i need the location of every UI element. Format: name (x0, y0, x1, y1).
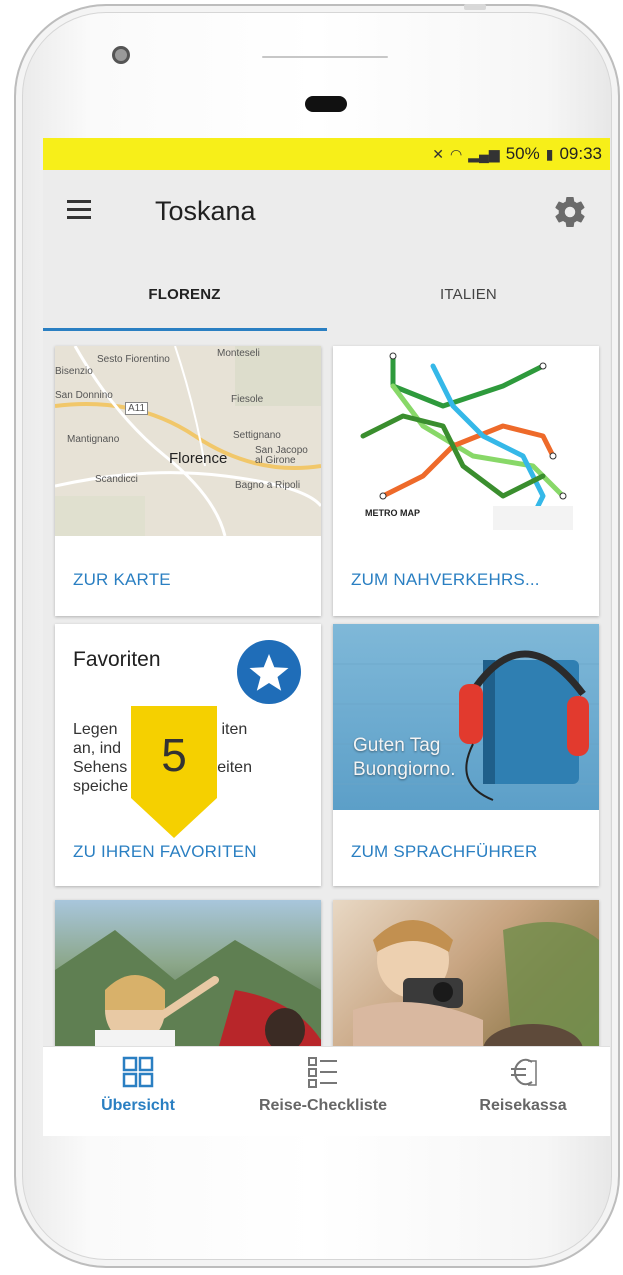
transit-link[interactable]: ZUM NAHVERKEHRS... (351, 570, 540, 590)
map-label: Bisenzio (55, 366, 93, 377)
nav-checklist[interactable]: Reise-Checkliste (243, 1055, 403, 1135)
greeting-german: Guten Tag (353, 735, 441, 756)
phrasebook-image-text: Guten Tag Buongiorno. (353, 734, 455, 782)
tab-italien[interactable]: ITALIEN (327, 256, 610, 332)
book-headphones (333, 650, 599, 801)
phone-screen: ✕ ◠ ▂▄▆ 50% ▮ 09:33 Toskana FLORENZ ITAL… (43, 138, 610, 1136)
photo-scene (353, 920, 599, 1060)
photo-scene (55, 930, 321, 1060)
child-camera-photo (333, 900, 599, 1060)
map-label: Mantignano (67, 434, 120, 445)
photo-card-left[interactable] (55, 900, 321, 1060)
star-icon (237, 640, 301, 704)
status-bar: ✕ ◠ ▂▄▆ 50% ▮ 09:33 (43, 138, 610, 170)
nav-label-overview: Übersicht (101, 1097, 175, 1114)
tab-bar: FLORENZ ITALIEN (43, 256, 610, 332)
map-label: Settignano (233, 430, 281, 441)
map-link[interactable]: ZUR KARTE (73, 570, 171, 590)
transit-card[interactable]: METRO MAP ZUM NAHVERKEHRS... (333, 346, 599, 616)
battery-percent: 50% (505, 144, 540, 163)
photo-card-right[interactable] (333, 900, 599, 1060)
map-label: Scandicci (95, 474, 138, 485)
greeting-italian: Buongiorno. (353, 759, 456, 780)
sensor-line (262, 56, 388, 58)
family-photo (55, 900, 321, 1060)
map-label: Sesto Fiorentino (97, 354, 170, 365)
map-card[interactable]: Sesto Fiorentino Bisenzio Monteseli San … (55, 346, 321, 616)
metro-caption: METRO MAP (365, 508, 420, 518)
map-label: San Jacopo al Girone (255, 445, 308, 466)
metro-map-thumbnail: METRO MAP (333, 346, 599, 536)
nav-budget[interactable]: Reisekassa (463, 1055, 583, 1135)
front-camera (112, 46, 130, 64)
tab-florenz[interactable]: FLORENZ (43, 256, 326, 332)
clock: 09:33 (559, 144, 602, 163)
grid-icon (122, 1056, 154, 1088)
nav-overview[interactable]: Übersicht (83, 1055, 193, 1135)
active-tab-indicator (43, 328, 327, 331)
map-label: A11 (125, 402, 149, 415)
earpiece-speaker (305, 96, 347, 112)
map-thumbnail: Sesto Fiorentino Bisenzio Monteseli San … (55, 346, 321, 536)
app-bar: Toskana (43, 170, 610, 256)
euro-icon (511, 1058, 537, 1086)
status-icons: ✕ ◠ ▂▄▆ 50% ▮ 09:33 (432, 144, 602, 164)
map-label: San Donnino (55, 390, 113, 401)
gear-icon[interactable] (552, 194, 588, 230)
checklist-icon (308, 1057, 337, 1088)
bottom-navigation: Übersicht Reise-Checkliste Reisekassa (43, 1046, 610, 1136)
map-label-florence: Florence (169, 450, 228, 467)
favorites-link[interactable]: ZU IHREN FAVORITEN (73, 842, 257, 862)
hamburger-menu-icon[interactable] (67, 200, 91, 220)
phrasebook-link[interactable]: ZUM SPRACHFÜHRER (351, 842, 537, 862)
favorites-title: Favoriten (73, 648, 161, 671)
map-label: Bagno a Ripoli (235, 480, 301, 491)
map-label: Fiesole (231, 394, 264, 405)
page-title: Toskana (155, 196, 256, 226)
map-label: Monteseli (217, 348, 260, 359)
signal-icon: ▂▄▆ (468, 145, 500, 162)
phrasebook-image: Guten Tag Buongiorno. (333, 624, 599, 810)
battery-icon: ▮ (545, 145, 554, 162)
callout-marker: 5 (131, 706, 217, 838)
nav-label-checklist: Reise-Checkliste (258, 1097, 388, 1114)
phrasebook-card[interactable]: Guten Tag Buongiorno. ZUM SPRACHFÜHRER (333, 624, 599, 886)
nav-label-budget: Reisekassa (479, 1097, 567, 1114)
phone-button (464, 4, 486, 10)
callout-number: 5 (161, 729, 187, 781)
mute-icon: ✕ (432, 145, 445, 162)
wifi-icon: ◠ (450, 145, 463, 162)
